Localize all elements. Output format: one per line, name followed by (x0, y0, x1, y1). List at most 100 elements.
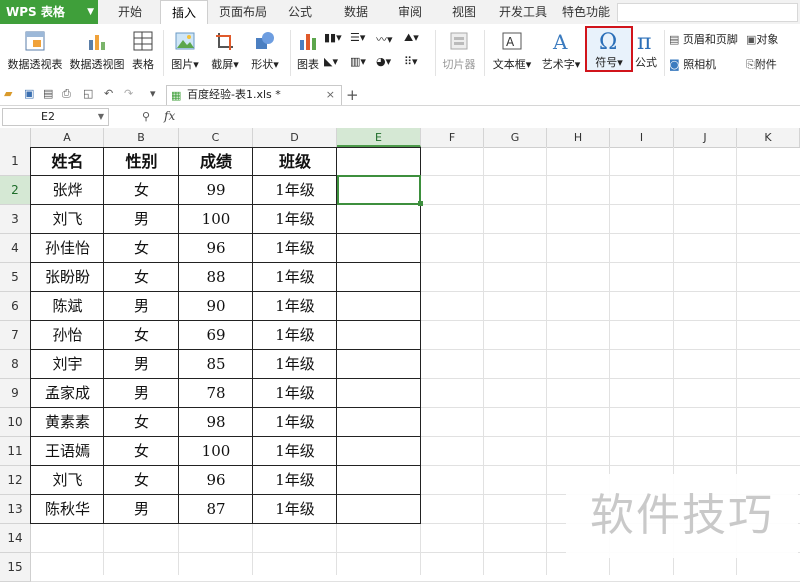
table-cell[interactable]: 孙怡 (31, 321, 104, 350)
table-cell[interactable]: 女 (104, 437, 179, 466)
table-cell[interactable]: 陈斌 (31, 292, 104, 321)
table-cell[interactable]: 1年级 (253, 292, 337, 321)
document-tab[interactable]: ▦ 百度经验-表1.xls * × (166, 85, 342, 105)
table-cell[interactable]: 1年级 (253, 379, 337, 408)
row-header-8[interactable]: 8 (0, 350, 31, 379)
stock-chart-icon[interactable]: ▥▾ (350, 55, 366, 68)
table-cell[interactable]: 陈秋华 (31, 495, 104, 524)
row-header-13[interactable]: 13 (0, 495, 31, 524)
camera-button[interactable]: ◙ 照相机 (669, 56, 716, 72)
save-icon[interactable]: ▣ (24, 87, 34, 100)
table-cell[interactable]: 女 (104, 263, 179, 292)
table-cell[interactable]: 85 (179, 350, 253, 379)
row-header-12[interactable]: 12 (0, 466, 31, 495)
chart-button[interactable]: 图表 (294, 30, 322, 72)
symbol-button[interactable]: Ω 符号▾ (587, 28, 631, 70)
table-cell[interactable]: 男 (104, 379, 179, 408)
row-header-15[interactable]: 15 (0, 553, 31, 582)
select-all-corner[interactable] (0, 128, 31, 147)
table-cell[interactable]: 69 (179, 321, 253, 350)
table-cell[interactable]: 87 (179, 495, 253, 524)
tab-review[interactable]: 审阅 (390, 0, 430, 24)
table-cell[interactable]: 刘飞 (31, 466, 104, 495)
table-cell[interactable]: 女 (104, 408, 179, 437)
table-cell[interactable]: 女 (104, 234, 179, 263)
name-box[interactable]: E2 ▼ (2, 108, 109, 126)
shape-button[interactable]: 形状▾ (246, 30, 284, 72)
customize-icon[interactable]: ▾ (150, 87, 156, 100)
open-icon[interactable]: ▰ (4, 87, 12, 100)
column-header-h[interactable]: H (547, 128, 610, 147)
table-cell[interactable]: 1年级 (253, 176, 337, 205)
table-cell[interactable]: 刘宇 (31, 350, 104, 379)
new-tab-icon[interactable]: + (346, 86, 359, 104)
table-cell[interactable]: 王语嫣 (31, 437, 104, 466)
table-cell[interactable]: 女 (104, 321, 179, 350)
app-menu-button[interactable]: WPS 表格 ▼ (0, 0, 98, 24)
table-cell[interactable]: 96 (179, 466, 253, 495)
table-cell[interactable]: 张烨 (31, 176, 104, 205)
area-chart-icon[interactable]: ⛰▾ (404, 31, 419, 45)
header-cell[interactable]: 姓名 (31, 147, 104, 176)
table-cell[interactable]: 孟家成 (31, 379, 104, 408)
table-cell[interactable]: 1年级 (253, 466, 337, 495)
table-cell[interactable]: 1年级 (253, 321, 337, 350)
picture-button[interactable]: 图片▾ (168, 30, 202, 72)
row-header-2[interactable]: 2 (0, 176, 31, 205)
pivot-chart-button[interactable]: 数据透视图 (66, 30, 128, 72)
header-cell[interactable]: 班级 (253, 147, 337, 176)
tab-view[interactable]: 视图 (444, 0, 484, 24)
table-cell[interactable]: 刘飞 (31, 205, 104, 234)
column-header-b[interactable]: B (104, 128, 179, 147)
undo-icon[interactable]: ↶ (104, 87, 113, 100)
table-cell[interactable]: 孙佳怡 (31, 234, 104, 263)
search-box[interactable] (617, 3, 798, 22)
table-cell[interactable]: 女 (104, 176, 179, 205)
close-icon[interactable]: × (326, 86, 335, 104)
column-header-i[interactable]: I (610, 128, 674, 147)
column-header-d[interactable]: D (253, 128, 337, 147)
table-cell[interactable]: 1年级 (253, 437, 337, 466)
table-cell[interactable]: 1年级 (253, 350, 337, 379)
table-button[interactable]: 表格 (128, 30, 158, 72)
line-chart-icon[interactable]: 〰▾ (376, 31, 393, 47)
column-header-f[interactable]: F (421, 128, 484, 147)
fill-handle[interactable] (418, 201, 423, 206)
chevron-down-icon[interactable]: ▼ (98, 109, 104, 125)
row-header-10[interactable]: 10 (0, 408, 31, 437)
table-cell[interactable]: 男 (104, 495, 179, 524)
row-header-14[interactable]: 14 (0, 524, 31, 553)
print-icon[interactable]: ⎙ (62, 87, 71, 101)
tab-home[interactable]: 开始 (108, 0, 152, 24)
tab-insert[interactable]: 插入 (160, 0, 208, 25)
formula-button[interactable]: π 公式 (632, 28, 660, 70)
tab-features[interactable]: 特色功能 (558, 0, 614, 24)
table-cell[interactable]: 100 (179, 437, 253, 466)
pivot-table-button[interactable]: 数据透视表 (4, 30, 66, 72)
redo-icon[interactable]: ↷ (124, 87, 133, 100)
column-header-e[interactable]: E (337, 128, 421, 147)
table-cell[interactable]: 男 (104, 350, 179, 379)
table-cell[interactable]: 1年级 (253, 234, 337, 263)
table-cell[interactable]: 90 (179, 292, 253, 321)
wordart-button[interactable]: A 艺术字▾ (538, 30, 584, 72)
column-header-a[interactable]: A (31, 128, 104, 147)
table-cell[interactable]: 男 (104, 205, 179, 234)
pie-chart-icon[interactable]: ◕▾ (376, 55, 391, 68)
row-header-7[interactable]: 7 (0, 321, 31, 350)
table-cell[interactable]: 男 (104, 292, 179, 321)
column-header-g[interactable]: G (484, 128, 547, 147)
row-header-6[interactable]: 6 (0, 292, 31, 321)
row-header-5[interactable]: 5 (0, 263, 31, 292)
row-header-3[interactable]: 3 (0, 205, 31, 234)
table-cell[interactable]: 1年级 (253, 205, 337, 234)
column-header-j[interactable]: J (674, 128, 737, 147)
table-cell[interactable]: 1年级 (253, 408, 337, 437)
textbox-button[interactable]: A 文本框▾ (488, 30, 536, 72)
tab-page-layout[interactable]: 页面布局 (212, 0, 274, 24)
scatter-chart-icon[interactable]: ◣▾ (324, 55, 338, 68)
table-cell[interactable]: 张盼盼 (31, 263, 104, 292)
other-chart-icon[interactable]: ⠿▾ (404, 55, 418, 68)
table-cell[interactable]: 100 (179, 205, 253, 234)
table-cell[interactable]: 88 (179, 263, 253, 292)
